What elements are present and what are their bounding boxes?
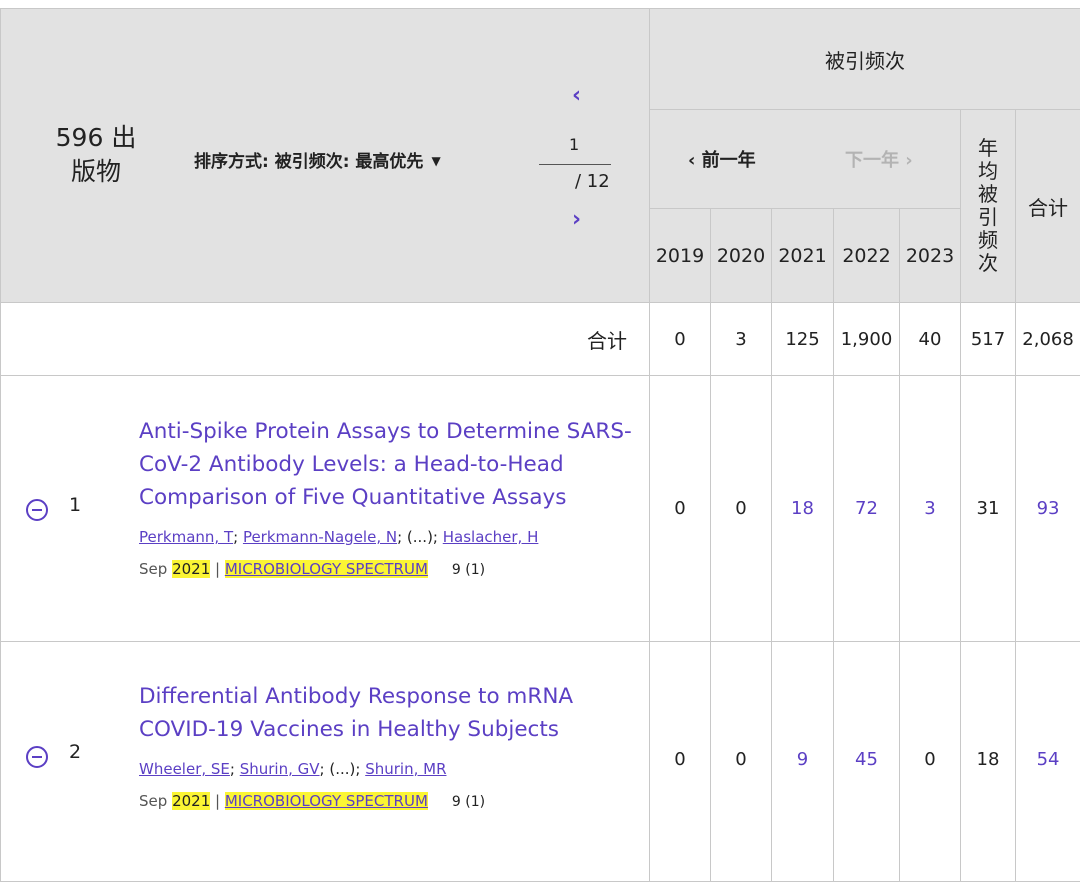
citation-link[interactable]: 3 — [900, 376, 961, 642]
sort-label: 排序方式: 被引频次: 最高优先 — [194, 152, 423, 172]
times-cited-header: 被引频次 — [650, 9, 1080, 110]
avg-citation-cell: 18 — [961, 642, 1016, 882]
total-cell: 40 — [900, 303, 961, 376]
author-ellipsis: (...) — [407, 528, 433, 546]
next-page-button[interactable]: › — [572, 207, 581, 232]
citation-cell: 0 — [650, 642, 711, 882]
publication-count: 596 出 版物 — [41, 121, 151, 189]
journal-link[interactable]: MICROBIOLOGY SPECTRUM — [225, 792, 428, 810]
publication-details: Anti-Spike Protein Assays to Determine S… — [139, 415, 639, 578]
citation-cell: 0 — [650, 376, 711, 642]
citation-cell: 0 — [900, 642, 961, 882]
citation-link[interactable]: 9 — [772, 642, 834, 882]
prev-page-button[interactable]: ‹ — [572, 83, 581, 108]
publication-meta: Sep 2021 | MICROBIOLOGY SPECTRUM9 (1) — [139, 560, 639, 578]
citation-link[interactable]: 18 — [772, 376, 834, 642]
author-link[interactable]: Perkmann, T — [139, 528, 233, 546]
year-navigation: ‹ 前一年 下一年 › — [650, 110, 961, 209]
total-citation-link[interactable]: 54 — [1016, 642, 1080, 882]
totals-row: 合计 0 3 125 1,900 40 517 2,068 — [1, 303, 1080, 376]
avg-citation-cell: 31 — [961, 376, 1016, 642]
total-citation-link[interactable]: 93 — [1016, 376, 1080, 642]
publication-title[interactable]: Anti-Spike Protein Assays to Determine S… — [139, 415, 639, 514]
citation-cell: 0 — [711, 642, 772, 882]
caret-down-icon: ▼ — [431, 154, 440, 168]
collapse-icon[interactable] — [26, 499, 48, 521]
total-cell: 125 — [772, 303, 834, 376]
total-avg-cell: 517 — [961, 303, 1016, 376]
author-list: Wheeler, SE; Shurin, GV; (...); Shurin, … — [139, 760, 639, 778]
pub-year: 2021 — [172, 792, 210, 810]
year-header: 2019 — [650, 209, 711, 303]
total-header: 合计 — [1016, 110, 1080, 303]
year-header: 2022 — [834, 209, 900, 303]
publication-details: Differential Antibody Response to mRNA C… — [139, 680, 639, 810]
author-link[interactable]: Wheeler, SE — [139, 760, 230, 778]
author-list: Perkmann, T; Perkmann-Nagele, N; (...); … — [139, 528, 639, 546]
grand-total-cell: 2,068 — [1016, 303, 1080, 376]
pub-year: 2021 — [172, 560, 210, 578]
prev-year-button[interactable]: ‹ 前一年 — [688, 146, 756, 172]
page-divider — [539, 164, 611, 165]
publication-rank: 1 — [69, 494, 81, 516]
sort-dropdown[interactable]: 排序方式: 被引频次: 最高优先 ▼ — [194, 147, 441, 172]
publication-rank: 2 — [69, 741, 81, 763]
total-cell: 1,900 — [834, 303, 900, 376]
current-page-input[interactable]: 1 — [569, 135, 579, 154]
pub-month: Sep — [139, 792, 167, 810]
citation-link[interactable]: 72 — [834, 376, 900, 642]
pagination: ‹ 1 / 12 › — [539, 83, 611, 243]
pub-month: Sep — [139, 560, 167, 578]
author-link[interactable]: Shurin, MR — [365, 760, 446, 778]
volume-issue: 9 (1) — [452, 794, 485, 810]
table-row: 1 Anti-Spike Protein Assays to Determine… — [1, 376, 1080, 642]
volume-issue: 9 (1) — [452, 562, 485, 578]
total-pages: / 12 — [575, 171, 610, 192]
publication-meta: Sep 2021 | MICROBIOLOGY SPECTRUM9 (1) — [139, 792, 639, 810]
next-year-button: 下一年 › — [845, 146, 913, 172]
journal-link[interactable]: MICROBIOLOGY SPECTRUM — [225, 560, 428, 578]
header-left-panel: 596 出 版物 排序方式: 被引频次: 最高优先 ▼ ‹ 1 / 12 › — [1, 9, 650, 303]
publication-cell: 1 Anti-Spike Protein Assays to Determine… — [1, 376, 650, 642]
citation-cell: 0 — [711, 376, 772, 642]
total-cell: 0 — [650, 303, 711, 376]
year-header: 2020 — [711, 209, 772, 303]
citation-report-table: 596 出 版物 排序方式: 被引频次: 最高优先 ▼ ‹ 1 / 12 › 被引… — [0, 8, 1080, 882]
author-ellipsis: (...) — [329, 760, 355, 778]
author-link[interactable]: Shurin, GV — [240, 760, 320, 778]
publication-title[interactable]: Differential Antibody Response to mRNA C… — [139, 680, 639, 746]
avg-per-year-header: 年 均 被 引 频 次 — [961, 110, 1016, 303]
totals-label: 合计 — [1, 303, 650, 376]
author-link[interactable]: Perkmann-Nagele, N — [243, 528, 397, 546]
year-header: 2023 — [900, 209, 961, 303]
table-row: 2 Differential Antibody Response to mRNA… — [1, 642, 1080, 882]
total-cell: 3 — [711, 303, 772, 376]
publication-cell: 2 Differential Antibody Response to mRNA… — [1, 642, 650, 882]
citation-link[interactable]: 45 — [834, 642, 900, 882]
year-header: 2021 — [772, 209, 834, 303]
collapse-icon[interactable] — [26, 746, 48, 768]
author-link[interactable]: Haslacher, H — [443, 528, 539, 546]
